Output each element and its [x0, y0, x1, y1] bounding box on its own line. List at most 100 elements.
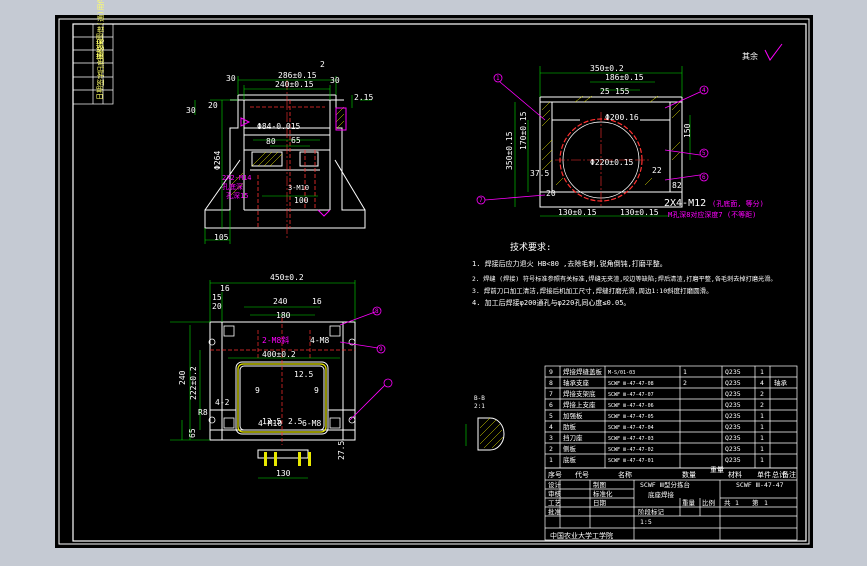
- bom-cell-name: 焊接上支座: [563, 400, 596, 409]
- detail-scale: 2:1: [474, 403, 485, 410]
- front-dim-30-right: 30: [330, 76, 340, 85]
- bom-head-code: 代号: [575, 470, 589, 479]
- bom-cell-n: 2: [760, 401, 764, 409]
- bom-cell-name: 挡刀座: [563, 433, 583, 442]
- plan-dim-65: 65: [188, 428, 197, 438]
- side-dim-bore-low: Φ220±0.15: [590, 158, 634, 167]
- bom-cell-mat: Q235: [725, 379, 741, 387]
- bom-cell-code: SCWF Ⅲ-47-47-05: [608, 414, 654, 420]
- side-dim-bore-top: Φ200.16: [605, 113, 639, 122]
- bom-cell-mat: Q235: [725, 390, 741, 398]
- notes-title: 技术要求:: [510, 241, 551, 253]
- bom-cell-code: SCWF Ⅲ-47-47-02: [608, 447, 654, 453]
- bom-head-note: 备注: [782, 470, 796, 479]
- bom-cell-no: 5: [549, 412, 553, 420]
- tb-weight: 重量: [682, 499, 696, 507]
- plan-dim-222: 222±0.2: [189, 366, 198, 400]
- bom-cell-name: 焊接支架底: [563, 389, 596, 398]
- front-dim-80: 80: [266, 137, 276, 146]
- bom-cell-name: 肋板: [563, 422, 577, 431]
- tb-drawing-name: 底座焊接: [648, 490, 675, 499]
- front-thread-a-sub: 孔底深: [222, 182, 243, 191]
- side-dim-25: 25: [600, 87, 610, 96]
- tb-product: SCWF Ⅲ型分拣台: [640, 480, 690, 489]
- side-dim-130-left: 130±0.15: [558, 208, 597, 217]
- bom-cell-n: 2: [760, 390, 764, 398]
- plan-balloon-9: 9: [379, 346, 383, 353]
- plan-holes-d: 6-M8: [302, 419, 321, 428]
- bom-cell-no: 8: [549, 379, 553, 387]
- front-dim-20: 20: [208, 101, 218, 110]
- front-thread-c: 孔深15: [226, 191, 248, 200]
- bom-head-single: 单件: [757, 470, 771, 479]
- side-label-4: 旧底图总号: [96, 38, 105, 73]
- plan-dim-42: 4-2: [215, 398, 230, 407]
- bom-head-mat: 材料: [728, 470, 742, 479]
- bom-cell-name: 底板: [563, 455, 577, 464]
- side-thread-note: (孔底面, 等分): [712, 199, 764, 208]
- bom-cell-n: 1: [760, 423, 764, 431]
- side-dim-170: 170±0.15: [519, 111, 528, 150]
- tb-checker: 审核: [548, 489, 562, 498]
- bom-head-weight: 重量: [710, 466, 724, 474]
- side-label-1: 借(通)用件登记: [96, 0, 105, 33]
- front-dim-top-inner: 240±0.15: [275, 80, 314, 89]
- plan-dim-20: 20: [212, 302, 222, 311]
- note-4: 4. 加工后焊接φ200通孔与φ220孔同心度≤0.05。: [472, 298, 630, 307]
- plan-dim-15: 15: [212, 293, 222, 302]
- front-dim-30-side: 30: [186, 106, 196, 115]
- tb-of: 第: [752, 498, 759, 507]
- front-dim-30-left: 30: [226, 74, 236, 83]
- plan-dim-180: 180: [276, 311, 291, 320]
- bom-cell-no: 3: [549, 434, 553, 442]
- front-dim-105: 105: [214, 233, 229, 242]
- bom-cell-qty: 1: [683, 368, 687, 376]
- bom-head-name: 名称: [618, 470, 632, 479]
- bom-cell-mat: Q235: [725, 445, 741, 453]
- bom-cell-code: SCWF Ⅲ-47-47-08: [608, 381, 654, 387]
- detail-label: B-B: [474, 395, 485, 402]
- side-dim-82: 82: [672, 181, 682, 190]
- plan-holes-b: 4-M8: [310, 336, 329, 345]
- front-dim-215: 2.15: [354, 93, 373, 102]
- tb-stage: 阶段标记: [638, 507, 665, 516]
- plan-dim-25: 2.5: [288, 417, 303, 426]
- front-dim-65: 65: [291, 136, 301, 145]
- bom-cell-name: 侧板: [563, 444, 577, 453]
- bom-cell-no: 2: [549, 445, 553, 453]
- plan-dim-400: 400±0.2: [262, 350, 296, 359]
- bom-cell-code: SCWF Ⅲ-47-47-07: [608, 392, 654, 398]
- bom-cell-code: SCWF Ⅲ-47-47-01: [608, 458, 654, 464]
- bom-cell-mat: Q235: [725, 368, 741, 376]
- bom-cell-code: SCWF Ⅲ-47-47-06: [608, 403, 654, 409]
- bom-cell-name: 加强板: [563, 411, 583, 420]
- cad-viewer[interactable]: 借(通)用件登记 描图 描校 旧底图总号 签字 日期 286±0.15 240±…: [0, 0, 867, 562]
- plan-dim-16b: 16: [312, 297, 322, 306]
- bom-cell-n: 1: [760, 412, 764, 420]
- bom-cell-no: 4: [549, 423, 553, 431]
- side-label-5: 签字: [96, 72, 105, 86]
- drawing-canvas: 借(通)用件登记 描图 描校 旧底图总号 签字 日期 286±0.15 240±…: [55, 0, 813, 548]
- tb-sheet: 共: [724, 498, 731, 507]
- front-dim-top-outer: 286±0.15: [278, 71, 317, 80]
- bom-cell-mat: Q235: [725, 412, 741, 420]
- side-dim-mid: 186±0.15: [605, 73, 644, 82]
- bom-cell-qty: 2: [683, 379, 687, 387]
- side-dim-150: 150: [683, 123, 692, 138]
- front-dim-100: 100: [294, 196, 309, 205]
- plan-dim-240-left: 240: [178, 370, 187, 385]
- plan-dim-240: 240: [273, 297, 288, 306]
- side-strip-labels: 借(通)用件登记 描图 描校 旧底图总号 签字 日期: [95, 0, 105, 100]
- plan-dim-9: 9: [314, 386, 319, 395]
- tb-total-num: 1: [764, 499, 768, 507]
- tb-company: 中国农业大学工学院: [550, 531, 613, 540]
- bom-cell-mat: Q235: [725, 434, 741, 442]
- bom-cell-n: 4: [760, 379, 764, 387]
- bom-cell-n: 1: [760, 456, 764, 464]
- bom-head-no: 序号: [548, 470, 562, 479]
- plan-holes-a: 2-M8斜: [262, 335, 289, 345]
- side-thread-label: 2X4-M12: [664, 198, 706, 209]
- side-label-6: 日期: [96, 86, 104, 100]
- plan-balloon-8: 8: [375, 308, 379, 315]
- front-dim-height: Φ264: [213, 151, 222, 170]
